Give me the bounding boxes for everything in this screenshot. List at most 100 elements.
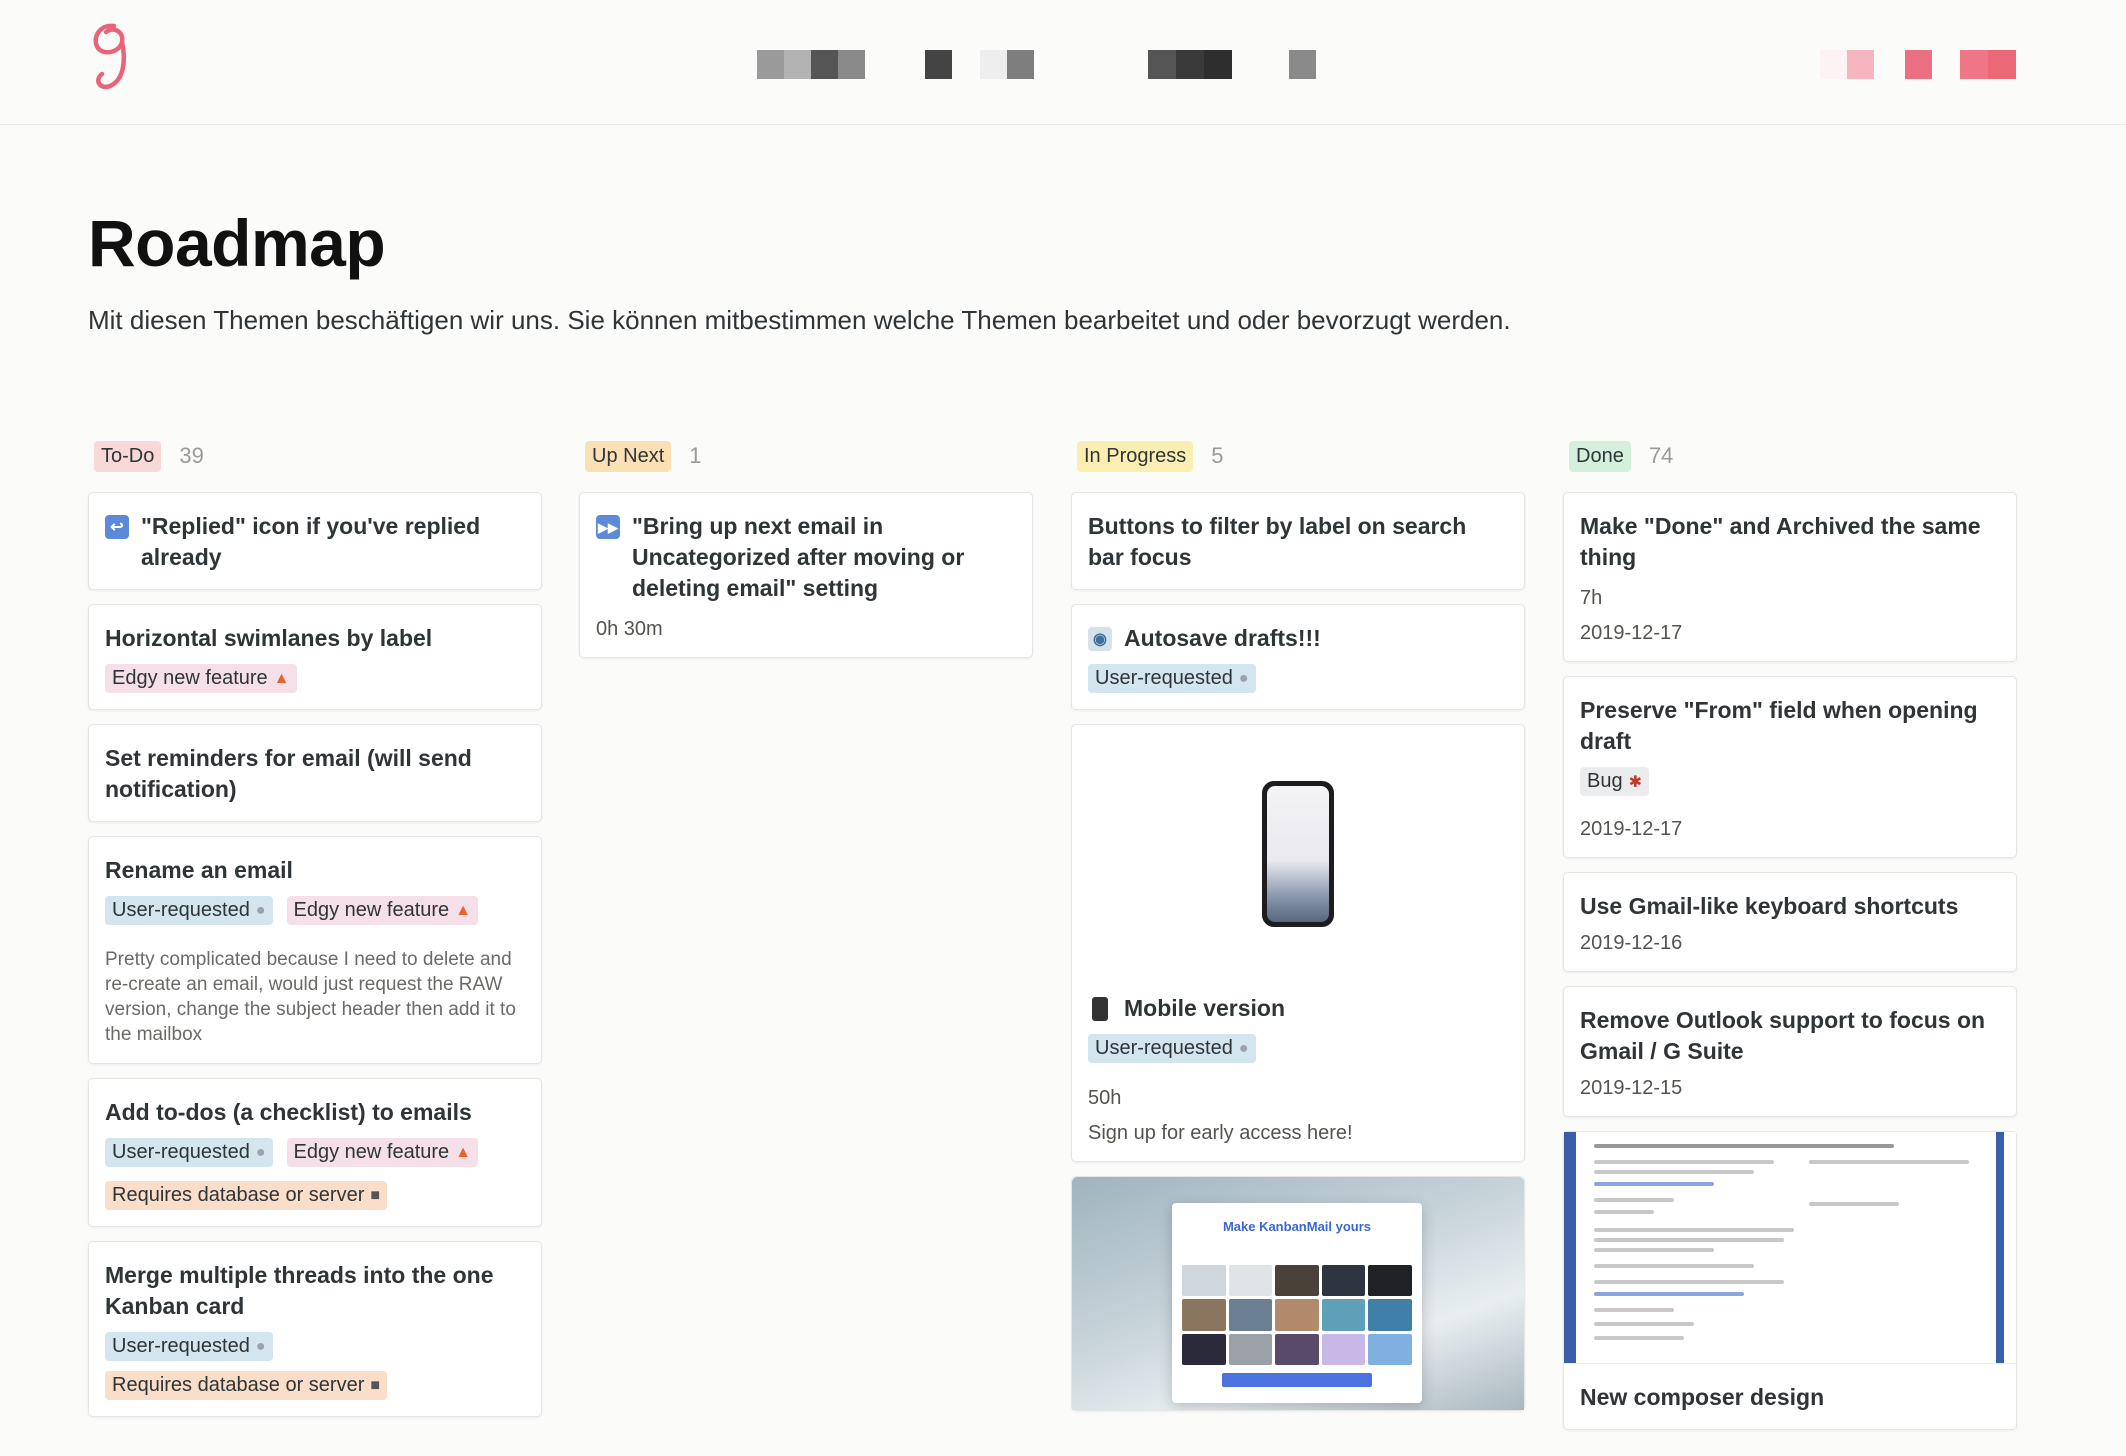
card-title: Remove Outlook support to focus on Gmail…	[1580, 1007, 1986, 1064]
tag-user-requested[interactable]: User-requested ●	[1088, 664, 1256, 693]
column-label: Up Next	[585, 440, 672, 472]
robot-icon: ◉	[1088, 627, 1112, 651]
card-time-estimate: 7h	[1580, 587, 1603, 609]
fast-forward-icon: ▶▶	[596, 515, 620, 539]
card-date: 2019-12-16	[1580, 932, 1683, 954]
card-title: Use Gmail-like keyboard shortcuts	[1580, 893, 1959, 919]
kanban-card[interactable]: ↩ "Replied" icon if you've replied alread…	[88, 492, 542, 590]
card-date: 2019-12-17	[1580, 622, 1683, 644]
column-header: In Progress 5	[1077, 438, 1525, 474]
reply-icon: ↩	[105, 515, 129, 539]
card-title: "Bring up next email in Uncategorized af…	[632, 513, 965, 601]
kanban-card[interactable]: ◉ Autosave drafts!!! User-requested ●	[1071, 604, 1525, 710]
get-started-button[interactable]	[1905, 50, 2016, 79]
theme-grid	[1182, 1265, 1412, 1365]
kanbanmail-logo-icon[interactable]	[84, 20, 140, 92]
fire-icon: ▲	[273, 669, 290, 687]
column-header: Up Next 1	[585, 438, 1033, 474]
dialog-title: Make KanbanMail yours	[1222, 1219, 1372, 1234]
continue-button-preview	[1222, 1373, 1372, 1387]
kanban-card[interactable]: Make "Done" and Archived the same thing …	[1563, 492, 2017, 662]
kanban-card[interactable]: Rename an email User-requested ● Edgy new…	[88, 836, 542, 1064]
column-todo: To-Do 39 ↩ "Replied" icon if you've repli…	[88, 438, 542, 1431]
column-up-next: Up Next 1 ▶▶ "Bring up next email in Unca…	[579, 438, 1033, 672]
card-date: 2019-12-17	[1580, 818, 1683, 840]
card-link-text[interactable]: Sign up for early access here!	[1088, 1122, 1508, 1145]
card-title: Set reminders for email (will send notif…	[105, 745, 472, 802]
column-count: 74	[1648, 443, 1674, 468]
card-cover-image: Make KanbanMail yours	[1072, 1177, 1524, 1410]
card-title: Merge multiple threads into the one Kanb…	[105, 1262, 494, 1319]
column-in-progress: In Progress 5 Buttons to filter by label…	[1071, 438, 1525, 1425]
speech-bubble-icon: ●	[255, 1337, 266, 1355]
card-title: Add to-dos (a checklist) to emails	[105, 1099, 472, 1125]
kanban-card[interactable]: Remove Outlook support to focus on Gmail…	[1563, 986, 2017, 1117]
page-title: Roadmap	[88, 206, 386, 280]
speech-bubble-icon: ●	[1238, 669, 1249, 687]
card-title: Rename an email	[105, 857, 293, 883]
column-header: To-Do 39	[94, 438, 542, 474]
tag-user-requested[interactable]: User-requested ●	[105, 1138, 273, 1167]
card-title: Autosave drafts!!!	[1124, 625, 1321, 651]
column-label: In Progress	[1077, 440, 1194, 472]
card-time-estimate: 50h	[1088, 1087, 1122, 1109]
speech-bubble-icon: ●	[255, 1143, 266, 1161]
column-label: To-Do	[94, 440, 162, 472]
card-title: New composer design	[1580, 1384, 1825, 1410]
tag-edgy-new-feature[interactable]: Edgy new feature ▲	[105, 664, 297, 693]
card-title: Buttons to filter by label on search bar…	[1088, 513, 1467, 570]
tag-user-requested[interactable]: User-requested ●	[105, 896, 273, 925]
column-done: Done 74 Make "Done" and Archived the sam…	[1563, 438, 2017, 1444]
tag-user-requested[interactable]: User-requested ●	[1088, 1034, 1256, 1063]
tag-requires-database[interactable]: Requires database or server ■	[105, 1181, 388, 1210]
phone-mockup	[1262, 781, 1334, 927]
card-title: Make "Done" and Archived the same thing	[1580, 513, 1981, 570]
nav-item-4[interactable]	[1289, 50, 1316, 79]
kanban-card[interactable]: Preserve "From" field when opening draft…	[1563, 676, 2017, 858]
kanban-card[interactable]: Mobile version User-requested ● 50h Sign …	[1071, 724, 1525, 1162]
settings-dialog-preview: Make KanbanMail yours	[1172, 1203, 1422, 1403]
kanban-card[interactable]: ▶▶ "Bring up next email in Uncategorized …	[579, 492, 1033, 658]
column-label: Done	[1569, 440, 1631, 472]
column-count: 1	[689, 443, 702, 468]
card-title: Horizontal swimlanes by label	[105, 625, 433, 651]
tag-bug[interactable]: Bug ✱	[1580, 767, 1649, 796]
tag-edgy-new-feature[interactable]: Edgy new feature ▲	[286, 1138, 479, 1167]
nav-item-3[interactable]	[1148, 50, 1232, 79]
sign-in-button[interactable]	[1820, 50, 1874, 79]
kanban-card[interactable]: Buttons to filter by label on search bar…	[1071, 492, 1525, 590]
kanban-card[interactable]: Use Gmail-like keyboard shortcuts 2019-1…	[1563, 872, 2017, 972]
kanban-card[interactable]: Add to-dos (a checklist) to emails User-…	[88, 1078, 542, 1227]
file-cabinet-icon: ■	[370, 1376, 381, 1394]
kanban-card[interactable]: Set reminders for email (will send notif…	[88, 724, 542, 822]
fire-icon: ▲	[455, 901, 472, 919]
top-bar	[0, 0, 2126, 125]
kanban-card[interactable]: Make KanbanMail yours	[1071, 1176, 1525, 1411]
card-time-estimate: 0h 30m	[596, 618, 663, 640]
kanban-card[interactable]: Horizontal swimlanes by label Edgy new f…	[88, 604, 542, 710]
card-date: 2019-12-15	[1580, 1077, 1683, 1099]
card-title: Mobile version	[1124, 995, 1286, 1021]
column-count: 5	[1211, 443, 1224, 468]
card-title: Preserve "From" field when opening draft	[1580, 697, 1978, 754]
mobile-phone-icon	[1092, 997, 1108, 1021]
nav-item-2[interactable]	[925, 50, 1034, 79]
fire-icon: ▲	[455, 1143, 472, 1161]
column-header: Done 74	[1569, 438, 2017, 474]
kanban-card[interactable]: New composer design	[1563, 1131, 2017, 1430]
column-count: 39	[179, 443, 204, 468]
nav-item-1[interactable]	[757, 50, 865, 79]
file-cabinet-icon: ■	[370, 1186, 381, 1204]
tag-requires-database[interactable]: Requires database or server ■	[105, 1371, 388, 1400]
card-title: "Replied" icon if you've replied already	[141, 513, 481, 570]
speech-bubble-icon: ●	[1238, 1039, 1249, 1057]
kanban-card[interactable]: Merge multiple threads into the one Kanb…	[88, 1241, 542, 1417]
card-cover-image	[1072, 725, 1524, 983]
bug-icon: ✱	[1628, 773, 1642, 791]
tag-user-requested[interactable]: User-requested ●	[105, 1332, 273, 1361]
card-cover-image	[1564, 1132, 2016, 1364]
speech-bubble-icon: ●	[255, 901, 266, 919]
card-description: Pretty complicated because I need to del…	[105, 949, 516, 1045]
tag-edgy-new-feature[interactable]: Edgy new feature ▲	[286, 896, 479, 925]
page-subtitle: Mit diesen Themen beschäftigen wir uns. …	[88, 305, 1511, 335]
